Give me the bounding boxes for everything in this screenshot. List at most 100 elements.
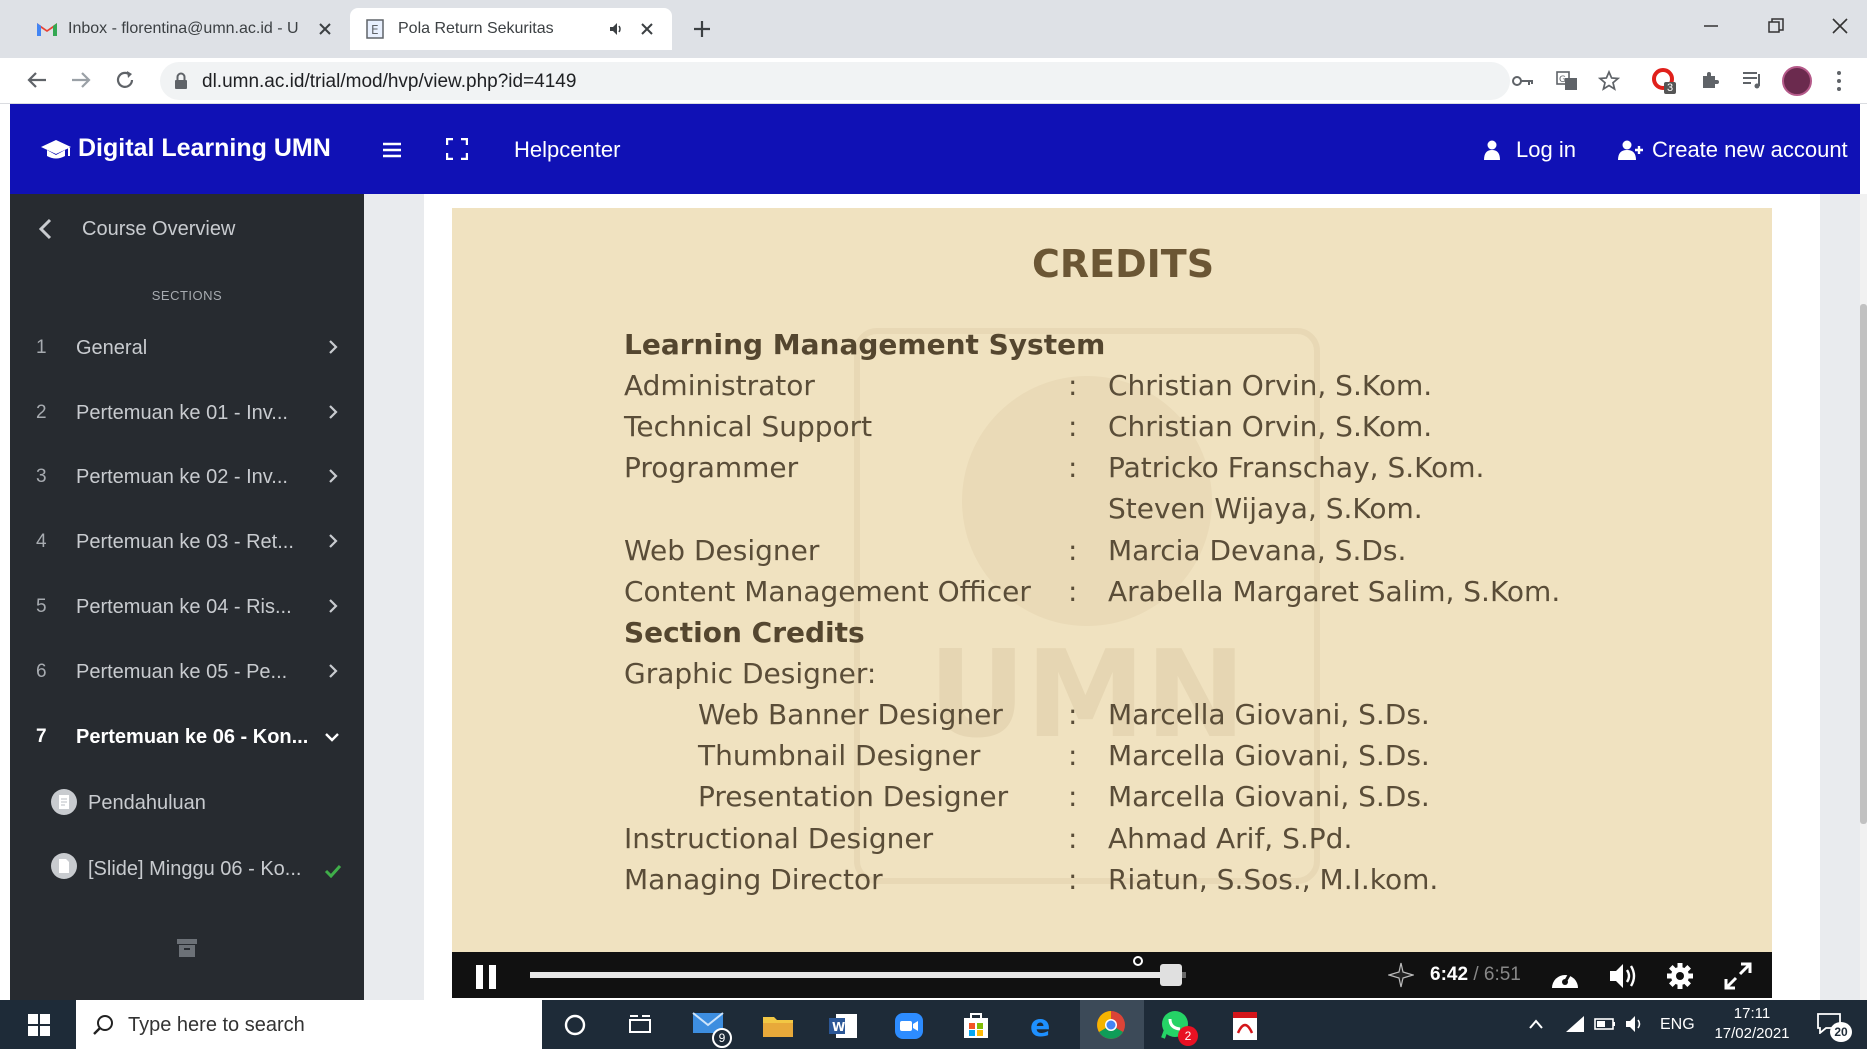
close-window-icon[interactable] [1831, 17, 1849, 35]
address-bar[interactable]: dl.umn.ac.id/trial/mod/hvp/view.php?id=4… [160, 62, 1620, 100]
sidebar-item-pertemuan-04[interactable]: 5 Pertemuan ke 04 - Ris... [10, 578, 364, 638]
section-label: Pertemuan ke 05 - Pe... [76, 661, 288, 683]
fullscreen-icon[interactable] [446, 138, 468, 160]
language-indicator[interactable]: ENG [1660, 1016, 1695, 1034]
battery-icon[interactable] [1594, 1016, 1616, 1032]
pause-icon[interactable] [474, 964, 498, 990]
scrollbar-thumb[interactable] [1860, 304, 1867, 824]
sidebar-item-pertemuan-03[interactable]: 4 Pertemuan ke 03 - Ret... [10, 513, 364, 573]
svg-text:E: E [371, 23, 379, 37]
credit-colon: : [1068, 863, 1078, 896]
speaker-icon[interactable] [1624, 1014, 1646, 1034]
credit-colon: : [1068, 534, 1078, 567]
page-icon [51, 789, 77, 815]
fullscreen-expand-icon[interactable] [1724, 962, 1752, 990]
sidebar-item-pertemuan-02[interactable]: 3 Pertemuan ke 02 - Inv... [10, 448, 364, 508]
site-brand[interactable]: Digital Learning UMN [78, 134, 331, 163]
reload-icon[interactable] [114, 69, 136, 91]
course-overview-link[interactable]: Course Overview [10, 210, 364, 250]
close-tab-icon[interactable] [318, 22, 332, 36]
credits-title: CREDITS [1032, 242, 1215, 286]
video-frame[interactable]: UMN CREDITS Learning Management System A… [452, 208, 1772, 954]
credit-role: Web Banner Designer [698, 698, 1003, 731]
section-number: 5 [36, 596, 47, 617]
whatsapp-app[interactable]: 2 [1160, 1010, 1200, 1046]
credit-name: Christian Orvin, S.Kom. [1108, 410, 1433, 443]
windows-start-icon[interactable] [28, 1014, 50, 1036]
page-scrollbar[interactable] [1860, 194, 1867, 1000]
credit-role: Programmer [624, 451, 799, 484]
sub-item-slide-minggu-06[interactable]: [Slide] Minggu 06 - Ko... [10, 842, 364, 900]
graduation-cap-icon [41, 140, 71, 159]
edge-icon[interactable]: e [1028, 1011, 1058, 1039]
sidebar-item-general[interactable]: 1 General [10, 319, 364, 379]
sidebar-item-pertemuan-06[interactable]: 7 Pertemuan ke 06 - Kon... [10, 708, 364, 768]
key-icon[interactable] [1512, 74, 1534, 88]
browser-menu-icon[interactable] [1836, 70, 1842, 92]
new-tab-icon[interactable] [692, 19, 712, 39]
tab-audio-icon[interactable] [608, 21, 624, 37]
section-label: Pertemuan ke 02 - Inv... [76, 466, 288, 488]
cortana-icon[interactable] [564, 1014, 586, 1036]
show-hidden-icons-icon[interactable] [1528, 1018, 1544, 1030]
seek-handle[interactable] [1159, 964, 1182, 986]
lock-icon[interactable] [174, 72, 188, 90]
sub-item-pendahuluan[interactable]: Pendahuluan [10, 778, 364, 836]
wifi-icon[interactable] [1564, 1014, 1586, 1034]
tab-pola-return[interactable]: E Pola Return Sekuritas [350, 8, 672, 50]
forward-icon[interactable] [70, 70, 92, 90]
extension-badge: 3 [1664, 82, 1677, 94]
clock[interactable]: 17:11 17/02/2021 [1700, 1004, 1804, 1044]
store-icon[interactable] [962, 1010, 990, 1040]
tab-inbox[interactable]: Inbox - florentina@umn.ac.id - U [10, 8, 346, 50]
taskbar-search-box[interactable]: Type here to search [76, 1000, 542, 1049]
credit-colon: : [1068, 822, 1078, 855]
site-navbar: Digital Learning UMN Helpcenter Log in C… [10, 104, 1860, 194]
bookmark-marker-icon[interactable] [1132, 955, 1144, 967]
extensions-puzzle-icon[interactable] [1699, 69, 1721, 91]
login-link[interactable]: Log in [1516, 137, 1576, 163]
pdf-reader-icon[interactable] [1230, 1011, 1260, 1041]
hamburger-menu-icon[interactable] [382, 142, 402, 158]
volume-icon[interactable] [1608, 962, 1640, 990]
create-account-link[interactable]: Create new account [1652, 137, 1848, 163]
minimize-icon[interactable] [1703, 24, 1719, 28]
chrome-taskbar-button[interactable] [1080, 1000, 1144, 1049]
archive-icon[interactable] [176, 938, 198, 958]
chevron-right-icon [329, 664, 338, 678]
restore-icon[interactable] [1768, 18, 1784, 34]
task-view-icon[interactable] [628, 1014, 652, 1036]
credit-name: Marcella Giovani, S.Ds. [1108, 739, 1430, 772]
word-icon[interactable]: W [828, 1012, 858, 1040]
sidebar-item-pertemuan-05[interactable]: 6 Pertemuan ke 05 - Pe... [10, 643, 364, 703]
translate-icon[interactable]: G [1556, 71, 1578, 91]
helpcenter-link[interactable]: Helpcenter [514, 137, 620, 163]
playback-speed-icon[interactable] [1550, 962, 1580, 990]
zoom-icon[interactable] [894, 1012, 924, 1040]
section-number: 2 [36, 402, 47, 423]
media-control-icon[interactable] [1741, 70, 1763, 90]
credit-role: Technical Support [624, 410, 873, 443]
completed-check-icon [324, 864, 342, 878]
star-burst-icon[interactable] [1388, 962, 1414, 988]
notification-center[interactable]: 20 [1816, 1012, 1856, 1042]
back-icon[interactable] [26, 70, 48, 90]
file-explorer-icon[interactable] [762, 1013, 794, 1039]
chevron-right-icon [329, 469, 338, 483]
section-label: Pertemuan ke 06 - Kon... [76, 726, 309, 748]
sub-item-label: [Slide] Minggu 06 - Ko... [88, 858, 302, 880]
tab-title: Inbox - florentina@umn.ac.id - U [68, 20, 299, 37]
extension-opera-icon[interactable]: 3 [1652, 68, 1680, 96]
url-text[interactable]: dl.umn.ac.id/trial/mod/hvp/view.php?id=4… [202, 71, 576, 93]
section-number: 1 [36, 337, 47, 358]
close-tab-icon[interactable] [640, 22, 654, 36]
page-favicon-icon: E [366, 19, 384, 39]
profile-avatar[interactable] [1782, 66, 1812, 96]
chevron-right-icon [329, 534, 338, 548]
bookmark-star-icon[interactable] [1598, 70, 1620, 92]
settings-gear-icon[interactable] [1666, 962, 1694, 990]
mail-app[interactable]: 9 [692, 1010, 732, 1048]
sidebar-item-pertemuan-01[interactable]: 2 Pertemuan ke 01 - Inv... [10, 384, 364, 444]
seek-bar[interactable] [530, 964, 1186, 986]
section-label: Pertemuan ke 01 - Inv... [76, 402, 288, 424]
